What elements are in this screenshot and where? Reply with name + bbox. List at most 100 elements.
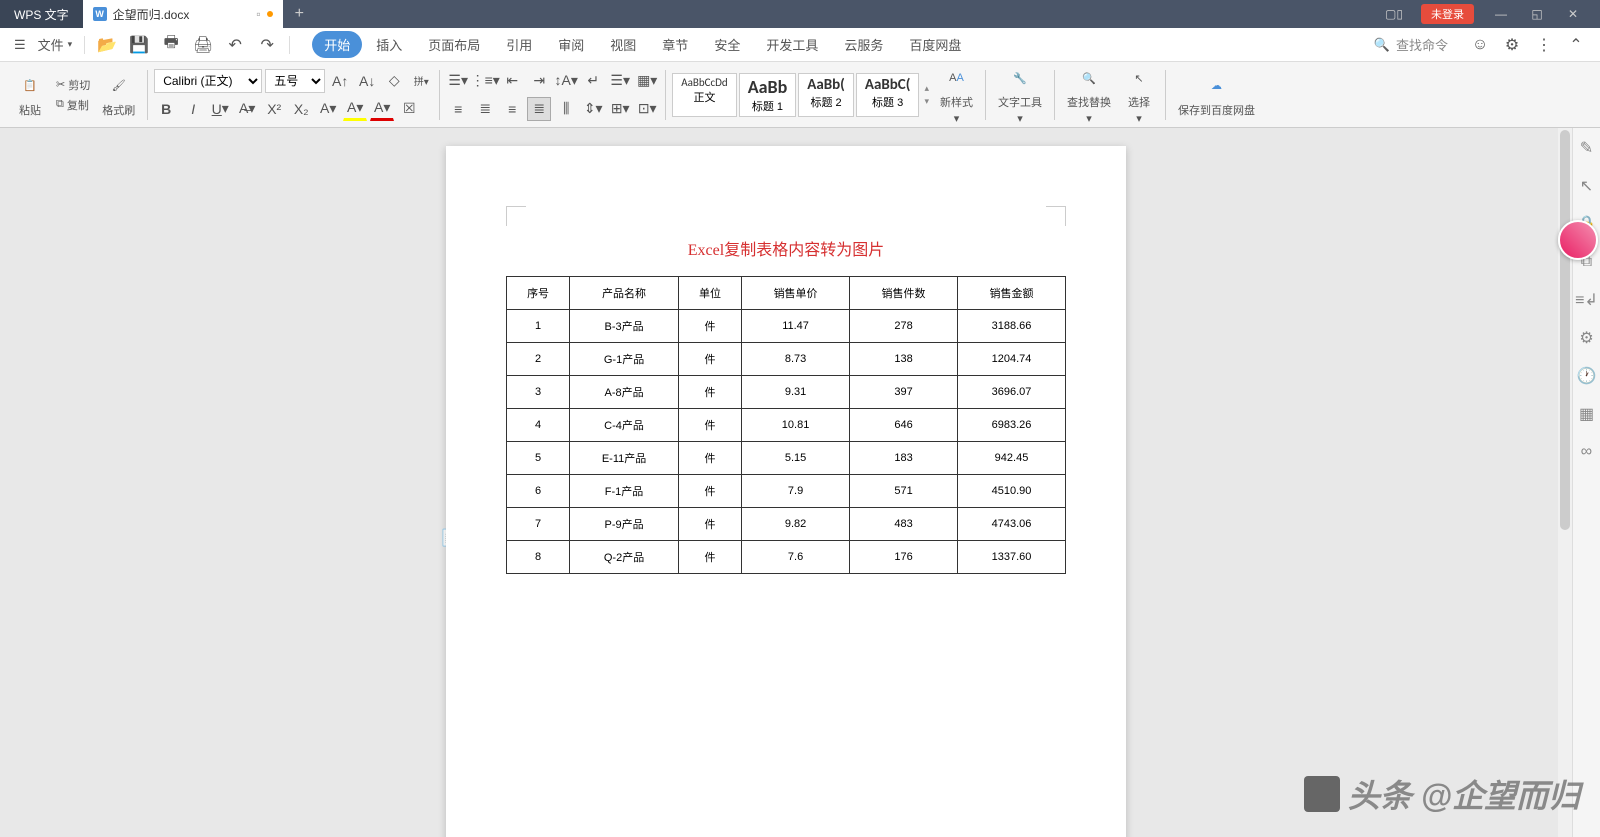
- style-0[interactable]: AaBbCcDd正文: [672, 73, 736, 117]
- print-preview-icon[interactable]: 🖨: [189, 31, 217, 59]
- margin-corner: [506, 206, 526, 226]
- format-painter-button[interactable]: 🖌 格式刷: [96, 70, 141, 120]
- style-scroll-down[interactable]: ▾: [924, 96, 929, 107]
- history-icon[interactable]: 🕐: [1577, 366, 1597, 386]
- strikethrough-button[interactable]: A̶▾: [235, 97, 259, 121]
- menu-tab-9[interactable]: 云服务: [832, 31, 895, 58]
- borders-button[interactable]: ⊞▾: [608, 97, 632, 121]
- increase-indent-button[interactable]: ⇥: [527, 69, 551, 93]
- menu-tab-4[interactable]: 审阅: [546, 31, 596, 58]
- paragraph-spacing-button[interactable]: ⇕▾: [581, 97, 605, 121]
- new-tab-button[interactable]: +: [283, 5, 316, 23]
- text-direction-button[interactable]: ↕A▾: [554, 69, 578, 93]
- save-baidu-button[interactable]: ☁ 保存到百度网盘: [1172, 70, 1261, 120]
- select-mode-icon[interactable]: ↖: [1577, 176, 1597, 196]
- menu-tab-2[interactable]: 页面布局: [416, 31, 492, 58]
- text-tools-button[interactable]: 🔧 文字工具▾: [992, 62, 1048, 127]
- menu-tab-8[interactable]: 开发工具: [754, 31, 830, 58]
- pinyin-icon[interactable]: 拼▾: [409, 69, 433, 93]
- bullets-button[interactable]: ☰▾: [446, 69, 470, 93]
- clear-format-icon[interactable]: ◇: [382, 69, 406, 93]
- align-justify-button[interactable]: ≣: [527, 97, 551, 121]
- decrease-indent-button[interactable]: ⇤: [500, 69, 524, 93]
- maximize-button[interactable]: ◱: [1520, 0, 1554, 28]
- hamburger-menu[interactable]: ☰: [10, 37, 30, 53]
- table-cell: 7.6: [742, 541, 850, 574]
- copy-button[interactable]: ⧉复制: [52, 96, 94, 114]
- outline-icon[interactable]: ≡↲: [1577, 290, 1597, 310]
- print-icon[interactable]: 🖶: [157, 31, 185, 59]
- line-break-button[interactable]: ↵: [581, 69, 605, 93]
- more-icon[interactable]: ⋮: [1530, 31, 1558, 59]
- document-tab[interactable]: W 企望而归.docx ▫: [83, 0, 283, 28]
- table-header-row: 序号产品名称单位销售单价销售件数销售金额: [507, 277, 1066, 310]
- table-cell: C-4产品: [570, 409, 679, 442]
- login-button[interactable]: 未登录: [1421, 4, 1474, 24]
- table-cell: 4510.90: [958, 475, 1066, 508]
- file-menu[interactable]: 文件 ▾: [34, 35, 77, 54]
- settings-icon[interactable]: ⚙: [1498, 31, 1526, 59]
- redo-icon[interactable]: ↷: [253, 31, 281, 59]
- open-icon[interactable]: 📂: [93, 31, 121, 59]
- menu-tab-3[interactable]: 引用: [494, 31, 544, 58]
- menu-tab-6[interactable]: 章节: [650, 31, 700, 58]
- table-cell: 2: [507, 343, 570, 376]
- ribbon: 📋 粘贴 ✂剪切 ⧉复制 🖌 格式刷 Calibri (正文) 五号 A↑ A↓…: [0, 62, 1600, 128]
- new-style-button[interactable]: AA 新样式▾: [934, 62, 979, 127]
- tabs-button[interactable]: ⊡▾: [635, 97, 659, 121]
- table-header: 单位: [678, 277, 741, 310]
- tab-menu-icon[interactable]: ▫: [256, 7, 260, 21]
- align-center-button[interactable]: ≣: [473, 97, 497, 121]
- increase-font-icon[interactable]: A↑: [328, 69, 352, 93]
- character-border-button[interactable]: ☒: [397, 97, 421, 121]
- underline-button[interactable]: U▾: [208, 97, 232, 121]
- align-distribute-button[interactable]: ⫼: [554, 97, 578, 121]
- text-effect-button[interactable]: A▾: [316, 97, 340, 121]
- style-1[interactable]: AaBb标题 1: [739, 73, 797, 117]
- cut-button[interactable]: ✂剪切: [52, 76, 94, 94]
- table-header: 销售件数: [850, 277, 958, 310]
- align-left-button[interactable]: ≡: [446, 97, 470, 121]
- bold-button[interactable]: B: [154, 97, 178, 121]
- font-size-select[interactable]: 五号: [265, 69, 325, 93]
- user-avatar[interactable]: [1558, 220, 1598, 260]
- settings-pane-icon[interactable]: ⚙: [1577, 328, 1597, 348]
- table-cell: 9.31: [742, 376, 850, 409]
- toolbox-icon[interactable]: ▦: [1577, 404, 1597, 424]
- menu-tab-0[interactable]: 开始: [312, 31, 362, 58]
- subscript-button[interactable]: X₂: [289, 97, 313, 121]
- menu-tab-1[interactable]: 插入: [364, 31, 414, 58]
- numbering-button[interactable]: ⋮≡▾: [473, 69, 497, 93]
- highlight-button[interactable]: A▾: [343, 97, 367, 121]
- style-2[interactable]: AaBb(标题 2: [798, 73, 854, 117]
- close-button[interactable]: ✕: [1556, 0, 1590, 28]
- font-name-select[interactable]: Calibri (正文): [154, 69, 262, 93]
- find-replace-button[interactable]: 🔍 查找替换▾: [1061, 62, 1117, 127]
- style-scroll-up[interactable]: ▴: [924, 83, 929, 94]
- edit-mode-icon[interactable]: ✎: [1577, 138, 1597, 158]
- shading-button[interactable]: ▦▾: [635, 69, 659, 93]
- minimize-button[interactable]: —: [1484, 0, 1518, 28]
- menu-tab-7[interactable]: 安全: [702, 31, 752, 58]
- paste-button[interactable]: 📋 粘贴: [10, 70, 50, 120]
- layout-icon[interactable]: ▢▯: [1377, 0, 1411, 28]
- table-cell: 646: [850, 409, 958, 442]
- select-button[interactable]: ↖ 选择▾: [1119, 62, 1159, 127]
- font-color-button[interactable]: A▾: [370, 97, 394, 121]
- menu-tab-10[interactable]: 百度网盘: [897, 31, 973, 58]
- smile-icon[interactable]: ☺: [1466, 31, 1494, 59]
- scroll-thumb[interactable]: [1560, 130, 1570, 530]
- table-row: 6F-1产品件7.95714510.90: [507, 475, 1066, 508]
- decrease-font-icon[interactable]: A↓: [355, 69, 379, 93]
- superscript-button[interactable]: X²: [262, 97, 286, 121]
- align-right-button[interactable]: ≡: [500, 97, 524, 121]
- save-icon[interactable]: 💾: [125, 31, 153, 59]
- italic-button[interactable]: I: [181, 97, 205, 121]
- style-3[interactable]: AaBbC(标题 3: [856, 73, 920, 117]
- search-command[interactable]: 🔍 查找命令: [1374, 35, 1448, 54]
- line-spacing-button[interactable]: ☰▾: [608, 69, 632, 93]
- undo-icon[interactable]: ↶: [221, 31, 249, 59]
- share-icon[interactable]: ∞: [1577, 442, 1597, 462]
- menu-tab-5[interactable]: 视图: [598, 31, 648, 58]
- collapse-ribbon-icon[interactable]: ⌃: [1562, 31, 1590, 59]
